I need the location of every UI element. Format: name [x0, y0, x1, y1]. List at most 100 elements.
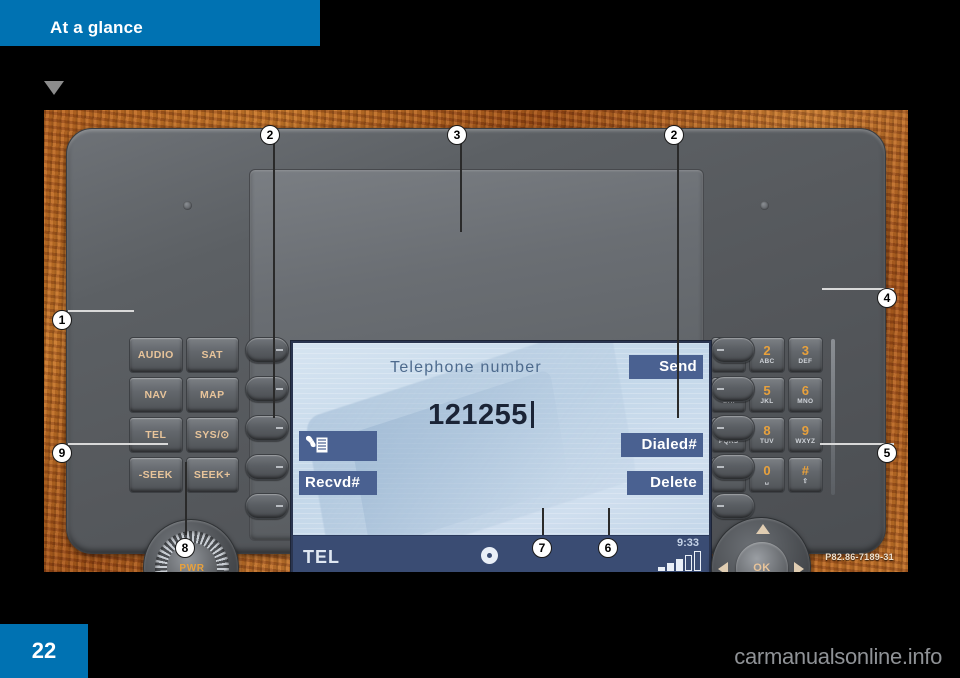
button-audio[interactable]: AUDIO: [129, 337, 183, 373]
signal-bar-3: [676, 559, 683, 571]
key-0-digit: 0: [763, 463, 771, 479]
key-3-digit: 3: [801, 343, 809, 359]
page-number-badge: 22: [0, 624, 88, 678]
softkey-dash-icon: [276, 466, 283, 468]
signal-bar-5: [694, 551, 701, 571]
key-hash[interactable]: # ⇧: [787, 457, 823, 493]
function-button-pad: AUDIO SAT NAV MAP TEL SYS/⊙ -SEEK SEEK+: [129, 337, 239, 495]
figure-part-number: P82.86-7189-31: [825, 552, 894, 562]
leader-line-9: [68, 443, 168, 445]
softkey-dash-icon: [717, 388, 724, 390]
signal-strength-indicator: [658, 551, 701, 571]
softkey-left-4[interactable]: [245, 454, 289, 480]
callout-8: 8: [175, 538, 195, 558]
lcd-status-bar: TEL 9:33: [293, 535, 709, 572]
key-2-letters: ABC: [759, 358, 775, 366]
softkey-left-5[interactable]: [245, 493, 289, 519]
softkey-label-delete[interactable]: Delete: [627, 471, 703, 495]
callout-9: 9: [52, 443, 72, 463]
key-hash-sub: ⇧: [802, 478, 809, 486]
key-8-letters: TUV: [760, 438, 774, 446]
leader-line-6-down: [608, 508, 610, 535]
signal-bar-1: [658, 567, 665, 571]
phonebook-icon: [306, 435, 329, 454]
softkey-label-phonebook[interactable]: [299, 431, 377, 461]
status-mode-label: TEL: [303, 547, 340, 567]
button-seek-back[interactable]: -SEEK: [129, 457, 183, 493]
softkey-right-2[interactable]: [711, 376, 755, 402]
phone-number-field: 121255: [293, 399, 709, 432]
key-8-digit: 8: [763, 423, 771, 439]
keypad-side-rail: [831, 339, 835, 495]
key-6[interactable]: 6 MNO: [787, 377, 823, 413]
callout-6: 6: [598, 538, 618, 558]
callout-2-right: 2: [664, 125, 684, 145]
leader-line-2-right: [677, 140, 679, 418]
key-6-digit: 6: [801, 383, 809, 399]
softkey-label-dialed-numbers[interactable]: Dialed#: [621, 433, 703, 457]
button-tel[interactable]: TEL: [129, 417, 183, 453]
softkey-left-3[interactable]: [245, 415, 289, 441]
softkey-label-received-numbers[interactable]: Recvd#: [299, 471, 377, 495]
leader-line-8-down: [185, 462, 187, 535]
leader-line-7-down: [542, 508, 544, 535]
ok-navigation-pad[interactable]: OK: [711, 517, 811, 572]
softkey-left-2[interactable]: [245, 376, 289, 402]
softkey-right-5[interactable]: [711, 493, 755, 519]
key-hash-digit: #: [801, 463, 809, 479]
callout-3: 3: [447, 125, 467, 145]
right-softkey-rail: [711, 337, 757, 519]
callout-2-left: 2: [260, 125, 280, 145]
leader-line-2-left: [273, 140, 275, 418]
signal-bar-2: [667, 563, 674, 571]
button-seek-forward[interactable]: SEEK+: [185, 457, 239, 493]
softkey-right-3[interactable]: [711, 415, 755, 441]
callout-1: 1: [52, 310, 72, 330]
arrow-right-icon[interactable]: [794, 562, 804, 572]
status-clock: 9:33: [676, 537, 699, 549]
softkey-label-send[interactable]: Send: [629, 355, 703, 379]
button-sys[interactable]: SYS/⊙: [185, 417, 239, 453]
key-0-sub: ␣: [764, 478, 770, 486]
text-caret: [530, 401, 534, 428]
ok-button[interactable]: OK: [736, 542, 788, 572]
key-5-letters: JKL: [760, 398, 774, 406]
softkey-dash-icon: [717, 466, 724, 468]
softkey-right-1[interactable]: [711, 337, 755, 363]
arrow-left-icon[interactable]: [718, 562, 728, 572]
key-5-digit: 5: [763, 383, 771, 399]
key-6-letters: MNO: [797, 398, 814, 406]
callout-7: 7: [532, 538, 552, 558]
section-marker-triangle-icon: [44, 81, 64, 95]
button-sat[interactable]: SAT: [185, 337, 239, 373]
ok-button-label: OK: [753, 562, 771, 572]
radio-illustration: AUDIO SAT NAV MAP TEL SYS/⊙ -SEEK SEEK+ …: [44, 110, 908, 572]
phone-number-value: 121255: [428, 399, 528, 431]
head-unit-body: AUDIO SAT NAV MAP TEL SYS/⊙ -SEEK SEEK+ …: [66, 128, 886, 572]
left-softkey-rail: [245, 337, 291, 519]
button-nav[interactable]: NAV: [129, 377, 183, 413]
key-9[interactable]: 9 WXYZ: [787, 417, 823, 453]
softkey-dash-icon: [717, 427, 724, 429]
key-2-digit: 2: [763, 343, 771, 359]
lcd-display: Telephone number 121255 Send Dialed# Del…: [291, 341, 711, 572]
header-bar: [0, 0, 320, 46]
button-map[interactable]: MAP: [185, 377, 239, 413]
softkey-dash-icon: [717, 349, 724, 351]
key-3[interactable]: 3 DEF: [787, 337, 823, 373]
key-9-digit: 9: [801, 423, 809, 439]
arrow-up-icon[interactable]: [756, 524, 770, 534]
screw-left-icon: [183, 201, 192, 210]
softkey-dash-icon: [276, 427, 283, 429]
key-3-letters: DEF: [798, 358, 813, 366]
softkey-dash-icon: [276, 505, 283, 507]
softkey-dash-icon: [717, 505, 724, 507]
signal-bar-4: [685, 555, 692, 571]
callout-4: 4: [877, 288, 897, 308]
key-9-letters: WXYZ: [795, 438, 816, 446]
site-watermark: carmanualsonline.info: [734, 644, 942, 669]
softkey-dash-icon: [276, 349, 283, 351]
softkey-left-1[interactable]: [245, 337, 289, 363]
softkey-right-4[interactable]: [711, 454, 755, 480]
power-knob-label: PWR: [179, 562, 205, 573]
